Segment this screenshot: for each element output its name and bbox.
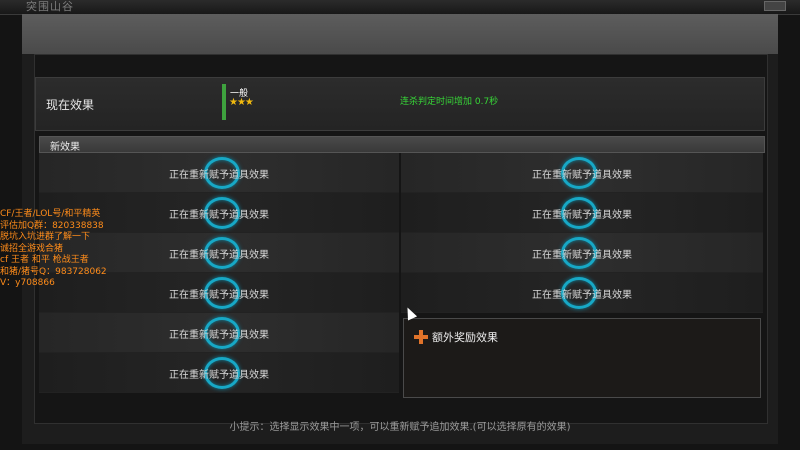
effect-option-right-2[interactable]: 正在重新赋予道具效果 xyxy=(401,193,763,233)
window-title: 突围山谷 xyxy=(26,0,74,13)
effect-option-text: 正在重新赋予道具效果 xyxy=(169,330,269,341)
overlay-line: CF/王者/LOL号/和平精英 xyxy=(0,209,101,219)
current-effect-description: 连杀判定时间增加 0.7秒 xyxy=(400,97,499,107)
new-effects-title: 新效果 xyxy=(50,142,80,153)
effect-option-text: 正在重新赋予道具效果 xyxy=(169,170,269,181)
effect-option-text: 正在重新赋予道具效果 xyxy=(532,290,632,301)
current-effect-row: 现在效果 一般 ★★★ 连杀判定时间增加 0.7秒 xyxy=(35,77,765,131)
dialog-body: 现在效果 一般 ★★★ 连杀判定时间增加 0.7秒 新效果 正在重新赋予道具效果… xyxy=(34,54,768,424)
window-control[interactable] xyxy=(764,1,786,11)
effect-option-text: 正在重新赋予道具效果 xyxy=(532,250,632,261)
bonus-effect-title: 额外奖励效果 xyxy=(432,331,498,344)
effect-option-left-5[interactable]: 正在重新赋予道具效果 xyxy=(39,313,399,353)
overlay-line: 和猪/猪号Q：983728062 xyxy=(0,266,107,277)
effect-option-text: 正在重新赋予道具效果 xyxy=(532,170,632,181)
star-rating-icon: ★★★ xyxy=(229,97,254,108)
dialog-header xyxy=(22,14,778,54)
overlay-line: cf 王者 和平 枪战王者 xyxy=(0,255,89,265)
effect-option-left-1[interactable]: 正在重新赋予道具效果 xyxy=(39,153,399,193)
new-effects-section: 新效果 正在重新赋予道具效果 正在重新赋予道具效果 正在重新赋予道具效果 正在重… xyxy=(39,136,765,398)
effect-option-text: 正在重新赋予道具效果 xyxy=(532,210,632,221)
overlay-line: 评估加Q群：820338838 xyxy=(0,220,104,231)
stream-overlay-ad: CF/王者/LOL号/和平精英 评估加Q群：820338838 脱坑入坑进群了解… xyxy=(0,209,107,290)
overlay-line: 脱坑入坑进群了解一下 xyxy=(0,232,91,242)
new-effects-header: 新效果 xyxy=(39,136,765,153)
bonus-effect-panel[interactable]: 额外奖励效果 xyxy=(403,318,761,398)
effect-option-right-1[interactable]: 正在重新赋予道具效果 xyxy=(401,153,763,193)
overlay-line: 诚招全游戏合猪 xyxy=(0,243,64,254)
hint-text: 小提示：选择显示效果中一项，可以重新赋予追加效果.(可以选择原有的效果) xyxy=(229,422,571,433)
plus-icon xyxy=(414,330,428,344)
effect-dialog: 现在效果 一般 ★★★ 连杀判定时间增加 0.7秒 新效果 正在重新赋予道具效果… xyxy=(22,14,778,444)
effect-option-right-4[interactable]: 正在重新赋予道具效果 xyxy=(401,273,763,313)
effect-level-badge: 一般 ★★★ xyxy=(222,84,262,120)
window-title-bar: 突围山谷 xyxy=(0,0,800,15)
effect-option-text: 正在重新赋予道具效果 xyxy=(169,370,269,381)
overlay-line: V：y708866 xyxy=(0,278,55,288)
effect-option-left-6[interactable]: 正在重新赋予道具效果 xyxy=(39,353,399,393)
current-effect-label: 现在效果 xyxy=(46,98,95,112)
effect-option-right-3[interactable]: 正在重新赋予道具效果 xyxy=(401,233,763,273)
